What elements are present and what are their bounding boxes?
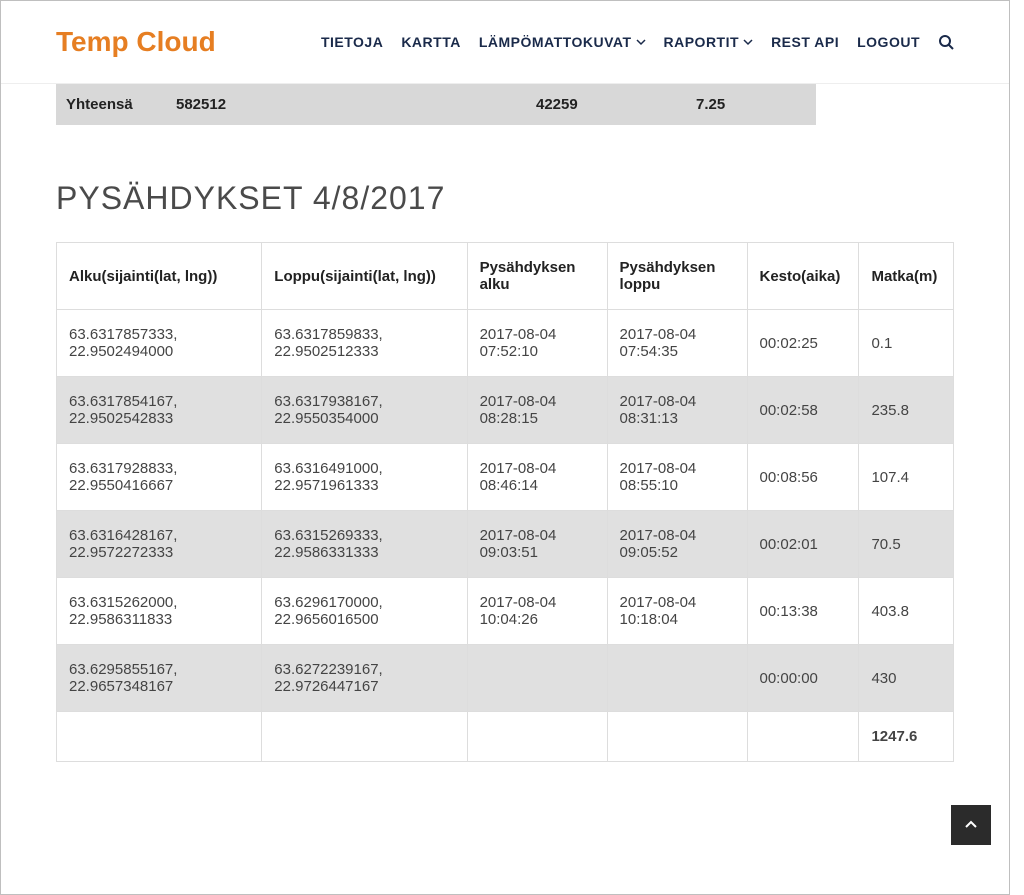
cell-pstart: 2017-08-04 10:04:26 — [467, 578, 607, 645]
nav-tietoja[interactable]: TIETOJA — [321, 34, 383, 50]
stops-total-empty — [747, 712, 859, 762]
summary-col3: 42259 — [526, 84, 686, 125]
cell-loppu: 63.6317938167, 22.9550354000 — [262, 377, 467, 444]
stops-total-empty — [262, 712, 467, 762]
chevron-down-icon — [743, 34, 753, 50]
cell-pstart — [467, 645, 607, 712]
cell-pend: 2017-08-04 08:55:10 — [607, 444, 747, 511]
nav-raportit[interactable]: RAPORTIT — [664, 34, 754, 50]
cell-alku: 63.6317928833, 22.9550416667 — [57, 444, 262, 511]
th-pend: Pysähdyksen loppu — [607, 243, 747, 310]
cell-kesto: 00:02:01 — [747, 511, 859, 578]
summary-table: Yhteensä 582512 42259 7.25 — [56, 84, 816, 125]
cell-loppu: 63.6316491000, 22.9571961333 — [262, 444, 467, 511]
cell-kesto: 00:02:25 — [747, 310, 859, 377]
chevron-down-icon — [636, 34, 646, 50]
cell-pend: 2017-08-04 08:31:13 — [607, 377, 747, 444]
cell-matka: 235.8 — [859, 377, 954, 444]
nav-logout[interactable]: LOGOUT — [857, 34, 920, 50]
cell-pstart: 2017-08-04 07:52:10 — [467, 310, 607, 377]
th-alku: Alku(sijainti(lat, lng)) — [57, 243, 262, 310]
cell-pend: 2017-08-04 09:05:52 — [607, 511, 747, 578]
th-matka: Matka(m) — [859, 243, 954, 310]
th-loppu: Loppu(sijainti(lat, lng)) — [262, 243, 467, 310]
section-title: PYSÄHDYKSET 4/8/2017 — [56, 180, 954, 217]
stops-table: Alku(sijainti(lat, lng)) Loppu(sijainti(… — [56, 242, 954, 762]
stops-total-empty — [607, 712, 747, 762]
cell-loppu: 63.6317859833, 22.9502512333 — [262, 310, 467, 377]
page-content: Yhteensä 582512 42259 7.25 PYSÄHDYKSET 4… — [1, 84, 1009, 822]
table-row: 63.6316428167, 22.957227233363.631526933… — [57, 511, 954, 578]
cell-loppu: 63.6296170000, 22.9656016500 — [262, 578, 467, 645]
stops-total-row: 1247.6 — [57, 712, 954, 762]
cell-matka: 430 — [859, 645, 954, 712]
cell-kesto: 00:08:56 — [747, 444, 859, 511]
search-icon[interactable] — [938, 34, 954, 50]
cell-loppu: 63.6315269333, 22.9586331333 — [262, 511, 467, 578]
cell-pstart: 2017-08-04 08:46:14 — [467, 444, 607, 511]
cell-pend: 2017-08-04 10:18:04 — [607, 578, 747, 645]
cell-alku: 63.6315262000, 22.9586311833 — [57, 578, 262, 645]
nav-kartta[interactable]: KARTTA — [401, 34, 461, 50]
nav-raportit-label: RAPORTIT — [664, 34, 740, 50]
table-row: 63.6317857333, 22.950249400063.631785983… — [57, 310, 954, 377]
stops-total-empty — [467, 712, 607, 762]
cell-matka: 0.1 — [859, 310, 954, 377]
nav-lampomattokuvat-label: LÄMPÖMATTOKUVAT — [479, 34, 632, 50]
cell-pend — [607, 645, 747, 712]
main-nav: TIETOJA KARTTA LÄMPÖMATTOKUVAT RAPORTIT … — [321, 34, 954, 50]
summary-total-row: Yhteensä 582512 42259 7.25 — [56, 84, 816, 125]
cell-kesto: 00:13:38 — [747, 578, 859, 645]
cell-matka: 70.5 — [859, 511, 954, 578]
cell-alku: 63.6317854167, 22.9502542833 — [57, 377, 262, 444]
nav-lampomattokuvat[interactable]: LÄMPÖMATTOKUVAT — [479, 34, 646, 50]
cell-kesto: 00:00:00 — [747, 645, 859, 712]
stops-header-row: Alku(sijainti(lat, lng)) Loppu(sijainti(… — [57, 243, 954, 310]
scroll-to-top-button[interactable] — [951, 805, 991, 845]
site-header: Temp Cloud TIETOJA KARTTA LÄMPÖMATTOKUVA… — [1, 1, 1009, 84]
cell-matka: 107.4 — [859, 444, 954, 511]
table-row: 63.6315262000, 22.958631183363.629617000… — [57, 578, 954, 645]
table-row: 63.6317928833, 22.955041666763.631649100… — [57, 444, 954, 511]
summary-col4: 7.25 — [686, 84, 816, 125]
stops-total-matka: 1247.6 — [859, 712, 954, 762]
nav-rest-api[interactable]: REST API — [771, 34, 839, 50]
cell-kesto: 00:02:58 — [747, 377, 859, 444]
summary-col2: 582512 — [166, 84, 526, 125]
cell-pstart: 2017-08-04 08:28:15 — [467, 377, 607, 444]
cell-pend: 2017-08-04 07:54:35 — [607, 310, 747, 377]
cell-loppu: 63.6272239167, 22.9726447167 — [262, 645, 467, 712]
summary-label: Yhteensä — [56, 84, 166, 125]
site-logo[interactable]: Temp Cloud — [56, 26, 216, 58]
stops-total-empty — [57, 712, 262, 762]
table-row: 63.6317854167, 22.950254283363.631793816… — [57, 377, 954, 444]
th-kesto: Kesto(aika) — [747, 243, 859, 310]
table-row: 63.6295855167, 22.965734816763.627223916… — [57, 645, 954, 712]
cell-alku: 63.6295855167, 22.9657348167 — [57, 645, 262, 712]
cell-alku: 63.6317857333, 22.9502494000 — [57, 310, 262, 377]
cell-matka: 403.8 — [859, 578, 954, 645]
cell-pstart: 2017-08-04 09:03:51 — [467, 511, 607, 578]
chevron-up-icon — [964, 818, 978, 832]
th-pstart: Pysähdyksen alku — [467, 243, 607, 310]
cell-alku: 63.6316428167, 22.9572272333 — [57, 511, 262, 578]
